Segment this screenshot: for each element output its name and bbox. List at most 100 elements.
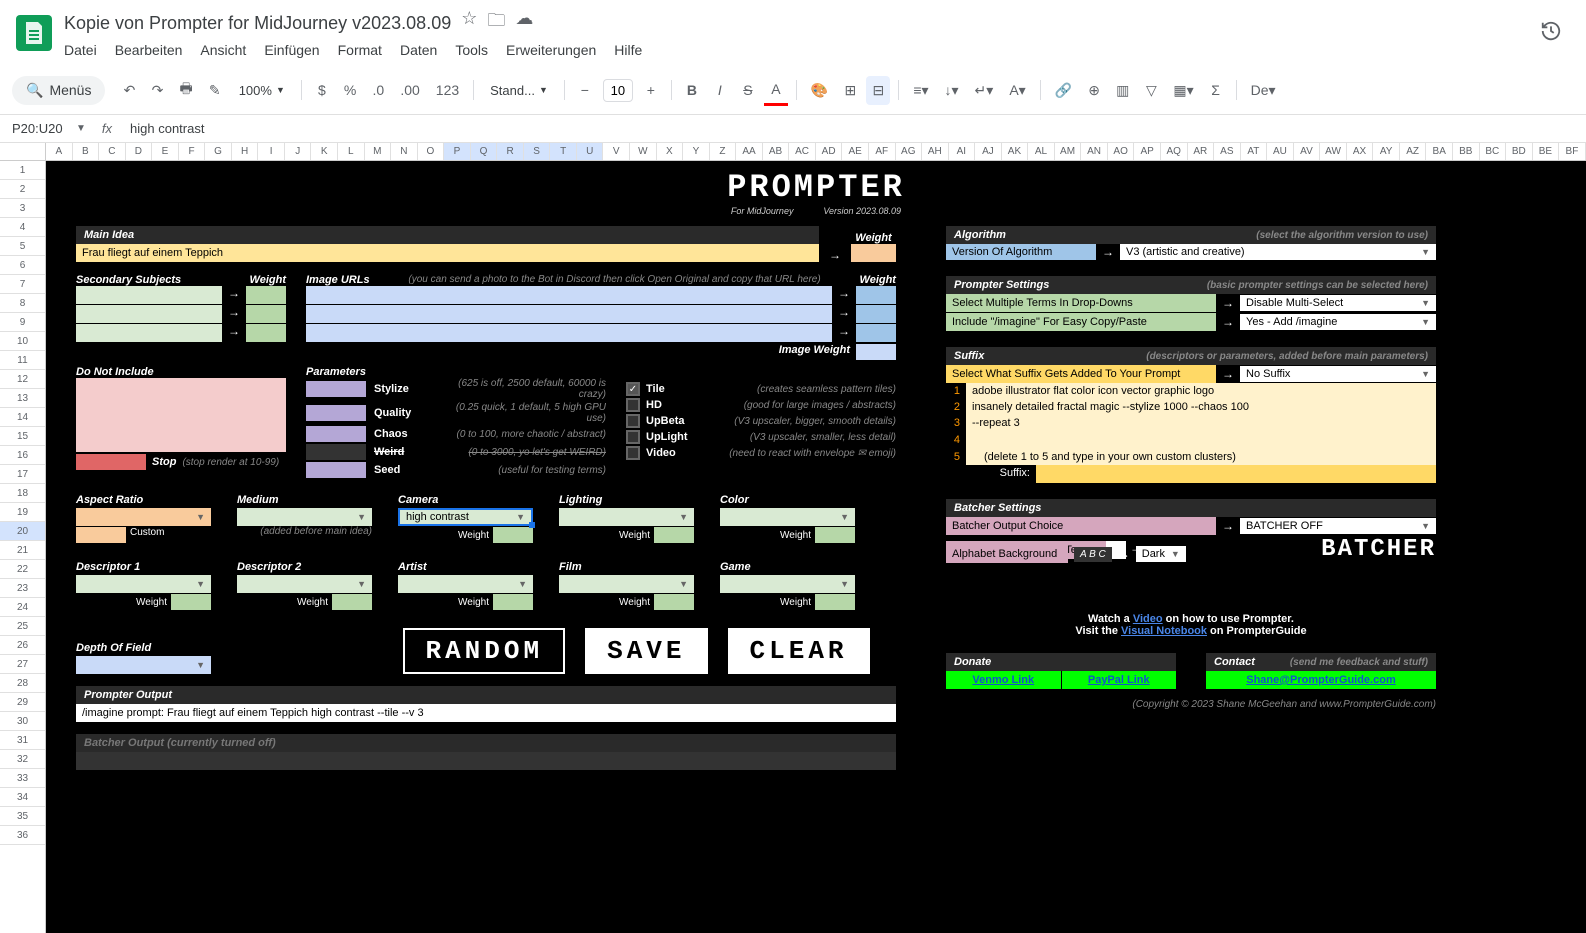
move-icon[interactable]: 🗀 xyxy=(487,8,505,38)
menu-tools[interactable]: Tools xyxy=(455,42,488,58)
menu-help[interactable]: Hilfe xyxy=(614,42,642,58)
decrease-decimal-button[interactable]: .0 xyxy=(366,76,390,104)
increase-decimal-button[interactable]: .00 xyxy=(394,76,425,104)
aspect-dropdown[interactable]: ▼ xyxy=(76,508,211,526)
fill-color-button[interactable]: 🎨 xyxy=(805,76,834,105)
column-header-T[interactable]: T xyxy=(550,143,577,160)
redo-button[interactable]: ↷ xyxy=(145,76,169,105)
paypal-link[interactable]: PayPal Link xyxy=(1062,671,1177,689)
column-header-BC[interactable]: BC xyxy=(1480,143,1507,160)
row-header-22[interactable]: 22 xyxy=(0,560,45,579)
row-header-35[interactable]: 35 xyxy=(0,807,45,826)
column-header-AU[interactable]: AU xyxy=(1267,143,1294,160)
seed-input[interactable] xyxy=(306,462,366,478)
desc2-weight[interactable] xyxy=(332,594,372,610)
secondary-weight-1[interactable] xyxy=(246,286,286,304)
percent-button[interactable]: % xyxy=(338,76,362,104)
text-color-button[interactable]: A xyxy=(764,75,788,106)
column-header-X[interactable]: X xyxy=(657,143,684,160)
column-header-BD[interactable]: BD xyxy=(1506,143,1533,160)
aspect-custom[interactable] xyxy=(76,527,126,543)
artist-dropdown[interactable]: ▼ xyxy=(398,575,533,593)
color-weight[interactable] xyxy=(815,527,855,543)
image-url-2[interactable] xyxy=(306,305,832,323)
cell-ref-dropdown-icon[interactable]: ▼ xyxy=(76,123,86,134)
suffix-4[interactable] xyxy=(966,431,1436,449)
decrease-font-button[interactable]: − xyxy=(573,76,597,104)
font-dropdown[interactable]: Stand... ▼ xyxy=(482,79,556,102)
uplight-checkbox[interactable] xyxy=(626,430,640,444)
rotation-button[interactable]: A▾ xyxy=(1003,76,1031,105)
column-header-H[interactable]: H xyxy=(232,143,259,160)
menu-format[interactable]: Format xyxy=(338,42,382,58)
image-weight[interactable] xyxy=(856,344,896,360)
row-header-16[interactable]: 16 xyxy=(0,446,45,465)
column-header-I[interactable]: I xyxy=(258,143,285,160)
camera-weight[interactable] xyxy=(493,527,533,543)
functions-button[interactable]: Σ xyxy=(1204,76,1228,104)
column-header-AI[interactable]: AI xyxy=(949,143,976,160)
row-header-19[interactable]: 19 xyxy=(0,503,45,522)
row-header-5[interactable]: 5 xyxy=(0,237,45,256)
row-header-4[interactable]: 4 xyxy=(0,218,45,237)
column-header-N[interactable]: N xyxy=(391,143,418,160)
column-header-BF[interactable]: BF xyxy=(1559,143,1586,160)
column-header-BE[interactable]: BE xyxy=(1533,143,1560,160)
column-header-P[interactable]: P xyxy=(444,143,471,160)
borders-button[interactable]: ⊞ xyxy=(838,76,862,105)
random-button[interactable]: RANDOM xyxy=(403,628,565,674)
video-link[interactable]: Video xyxy=(1133,613,1163,625)
print-button[interactable]: 🖶 xyxy=(173,72,198,108)
row-header-8[interactable]: 8 xyxy=(0,294,45,313)
row-header-21[interactable]: 21 xyxy=(0,541,45,560)
column-header-AT[interactable]: AT xyxy=(1241,143,1268,160)
chaos-input[interactable] xyxy=(306,426,366,442)
row-header-14[interactable]: 14 xyxy=(0,408,45,427)
secondary-2[interactable] xyxy=(76,305,222,323)
italic-button[interactable]: I xyxy=(708,76,732,104)
main-idea-input[interactable]: Frau fliegt auf einem Teppich xyxy=(76,244,819,262)
row-header-1[interactable]: 1 xyxy=(0,161,45,180)
chart-button[interactable]: ▥ xyxy=(1110,76,1135,105)
menu-insert[interactable]: Einfügen xyxy=(264,42,319,58)
select-all-corner[interactable] xyxy=(0,143,46,160)
suffix-dropdown[interactable]: No Suffix▼ xyxy=(1240,366,1436,382)
column-header-V[interactable]: V xyxy=(603,143,630,160)
quality-input[interactable] xyxy=(306,405,366,421)
column-header-AN[interactable]: AN xyxy=(1081,143,1108,160)
image-url-weight-3[interactable] xyxy=(856,324,896,342)
row-header-30[interactable]: 30 xyxy=(0,712,45,731)
column-header-AF[interactable]: AF xyxy=(869,143,896,160)
suffix-1[interactable]: adobe illustrator flat color icon vector… xyxy=(966,383,1436,399)
column-header-AD[interactable]: AD xyxy=(816,143,843,160)
desc1-weight[interactable] xyxy=(171,594,211,610)
suffix-2[interactable]: insanely detailed fractal magic --styliz… xyxy=(966,399,1436,415)
more-formats-button[interactable]: 123 xyxy=(430,76,465,104)
row-header-6[interactable]: 6 xyxy=(0,256,45,275)
language-button[interactable]: De ▾ xyxy=(1245,76,1282,105)
image-url-1[interactable] xyxy=(306,286,832,304)
suffix-3[interactable]: --repeat 3 xyxy=(966,415,1436,431)
search-menus[interactable]: 🔍 Menüs xyxy=(12,76,105,105)
column-header-R[interactable]: R xyxy=(497,143,524,160)
column-header-AL[interactable]: AL xyxy=(1028,143,1055,160)
color-dropdown[interactable]: ▼ xyxy=(720,508,855,526)
dni-input[interactable] xyxy=(76,378,286,452)
multi-dropdown[interactable]: Disable Multi-Select▼ xyxy=(1240,295,1436,311)
currency-button[interactable]: $ xyxy=(310,76,334,104)
hd-checkbox[interactable] xyxy=(626,398,640,412)
column-header-K[interactable]: K xyxy=(311,143,338,160)
row-header-17[interactable]: 17 xyxy=(0,465,45,484)
menu-file[interactable]: Datei xyxy=(64,42,97,58)
image-url-3[interactable] xyxy=(306,324,832,342)
column-header-AV[interactable]: AV xyxy=(1294,143,1321,160)
sheet-content[interactable]: PROMPTER For MidJourneyVersion 2023.08.0… xyxy=(46,161,1586,933)
row-header-31[interactable]: 31 xyxy=(0,731,45,750)
row-header-11[interactable]: 11 xyxy=(0,351,45,370)
row-header-20[interactable]: 20 xyxy=(0,522,45,541)
row-header-23[interactable]: 23 xyxy=(0,579,45,598)
film-dropdown[interactable]: ▼ xyxy=(559,575,694,593)
lighting-weight[interactable] xyxy=(654,527,694,543)
filter-button[interactable]: ▽ xyxy=(1139,76,1163,105)
column-header-J[interactable]: J xyxy=(285,143,312,160)
